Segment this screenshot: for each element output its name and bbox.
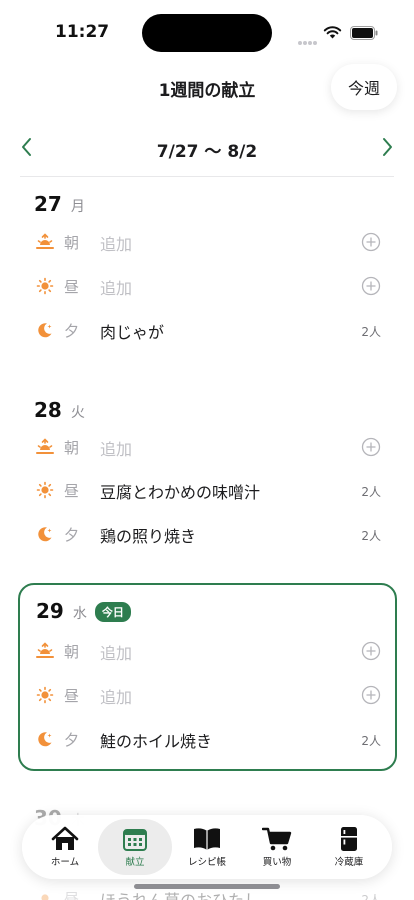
meal-type-label: 昼 bbox=[64, 482, 80, 500]
meal-type-label: 朝 bbox=[64, 234, 80, 252]
add-circle-icon[interactable] bbox=[361, 276, 381, 296]
servings-count: 2人 bbox=[361, 325, 381, 339]
tab-fridge[interactable]: 冷蔵庫 bbox=[312, 819, 386, 875]
tab-recipe-book[interactable]: レシピ帳 bbox=[170, 819, 244, 875]
wifi-icon bbox=[323, 26, 342, 39]
servings-count: 2人 bbox=[361, 529, 381, 543]
week-range: 7/27 〜 8/2 bbox=[156, 142, 258, 162]
meal-type-label: 昼 bbox=[64, 278, 80, 296]
tab-label: 献立 bbox=[125, 857, 145, 868]
moon-icon bbox=[38, 527, 52, 542]
chevron-right-icon[interactable] bbox=[378, 136, 396, 158]
meal-name[interactable]: 豆腐とわかめの味噌汁 bbox=[100, 479, 260, 503]
home-icon bbox=[51, 826, 79, 850]
tab-label: レシピ帳 bbox=[187, 857, 226, 868]
meal-row-lunch[interactable]: 昼 豆腐とわかめの味噌汁 2人 bbox=[18, 468, 397, 512]
day-card-29-today: 29 水 今日 朝 追加 昼 追加 夕 鮭のホイル焼き 2人 bbox=[18, 583, 397, 771]
sun-icon bbox=[36, 481, 54, 499]
add-meal-placeholder[interactable]: 追加 bbox=[100, 436, 132, 460]
book-icon bbox=[194, 828, 220, 850]
meal-row-breakfast[interactable]: 朝 追加 bbox=[18, 629, 397, 673]
day-header: 29 水 今日 bbox=[36, 599, 131, 623]
day-number: 28 bbox=[34, 398, 62, 422]
today-badge: 今日 bbox=[94, 602, 131, 622]
add-circle-icon[interactable] bbox=[361, 685, 381, 705]
tab-label: 買い物 bbox=[262, 857, 292, 868]
add-meal-placeholder[interactable]: 追加 bbox=[100, 231, 132, 255]
meal-name[interactable]: 鮭のホイル焼き bbox=[100, 728, 212, 752]
servings-count: 2人 bbox=[361, 485, 381, 499]
servings-count: 2人 bbox=[361, 734, 381, 748]
meal-row-dinner[interactable]: 夕 鶏の照り焼き 2人 bbox=[18, 512, 397, 556]
meal-type-label: 夕 bbox=[64, 526, 80, 544]
fridge-icon bbox=[341, 827, 357, 851]
tab-home[interactable]: ホーム bbox=[28, 819, 102, 875]
day-card-27: 27 月 朝 追加 昼 追加 夕 肉じゃが 2人 bbox=[18, 186, 397, 356]
day-weekday: 月 bbox=[70, 199, 85, 215]
day-header: 28 火 bbox=[34, 398, 85, 422]
meal-row-dinner[interactable]: 夕 鮭のホイル焼き 2人 bbox=[18, 717, 397, 761]
meal-type-label: 夕 bbox=[64, 322, 80, 340]
add-circle-icon[interactable] bbox=[361, 232, 381, 252]
tab-bar: ホーム 献立 レシピ帳 買い物 冷蔵庫 bbox=[22, 815, 392, 879]
meal-name[interactable]: 肉じゃが bbox=[100, 319, 164, 343]
status-bar: 11:27 bbox=[0, 0, 414, 60]
this-week-button[interactable]: 今週 bbox=[331, 64, 397, 110]
meal-row-lunch[interactable]: 昼 追加 bbox=[18, 673, 397, 717]
sunrise-icon bbox=[36, 233, 54, 249]
day-header: 27 月 bbox=[34, 192, 85, 216]
moon-icon bbox=[38, 323, 52, 338]
sun-icon bbox=[36, 686, 54, 704]
tab-label: 冷蔵庫 bbox=[334, 857, 364, 868]
home-indicator bbox=[134, 884, 280, 889]
meal-name[interactable]: 鶏の照り焼き bbox=[100, 523, 196, 547]
tab-shopping[interactable]: 買い物 bbox=[240, 819, 314, 875]
sunrise-icon bbox=[36, 642, 54, 658]
calendar-icon bbox=[123, 829, 147, 851]
add-circle-icon[interactable] bbox=[361, 437, 381, 457]
moon-icon bbox=[38, 732, 52, 747]
day-card-28: 28 火 朝 追加 昼 豆腐とわかめの味噌汁 2人 夕 鶏の照り焼き 2人 bbox=[18, 392, 397, 562]
tab-label: ホーム bbox=[50, 857, 80, 868]
sun-icon bbox=[41, 894, 49, 900]
meal-type-label: 朝 bbox=[64, 643, 80, 661]
day-number: 27 bbox=[34, 192, 62, 216]
cellular-signal-icon bbox=[298, 30, 318, 45]
cart-icon bbox=[262, 827, 292, 851]
meal-row-breakfast[interactable]: 朝 追加 bbox=[18, 425, 397, 469]
dynamic-island bbox=[142, 14, 272, 52]
divider bbox=[20, 176, 394, 177]
add-meal-placeholder[interactable]: 追加 bbox=[100, 275, 132, 299]
add-circle-icon[interactable] bbox=[361, 641, 381, 661]
meal-type-label: 朝 bbox=[64, 439, 80, 457]
week-navigator: 7/27 〜 8/2 bbox=[0, 132, 414, 162]
meal-type-label: 昼 bbox=[64, 687, 80, 705]
day-number: 29 bbox=[36, 599, 64, 623]
status-time: 11:27 bbox=[55, 22, 110, 42]
tab-meal-plan[interactable]: 献立 bbox=[98, 819, 172, 875]
day-weekday: 水 bbox=[72, 606, 87, 622]
meal-row-dinner[interactable]: 夕 肉じゃが 2人 bbox=[18, 308, 397, 352]
servings-count: 2人 bbox=[361, 893, 381, 900]
sunrise-icon bbox=[36, 438, 54, 454]
add-meal-placeholder[interactable]: 追加 bbox=[100, 684, 132, 708]
sun-icon bbox=[36, 277, 54, 295]
meal-type-label: 夕 bbox=[64, 731, 80, 749]
meal-type-label: 昼 bbox=[64, 890, 80, 900]
meal-row-breakfast[interactable]: 朝 追加 bbox=[18, 220, 397, 264]
add-meal-placeholder[interactable]: 追加 bbox=[100, 640, 132, 664]
meal-row-lunch[interactable]: 昼 追加 bbox=[18, 264, 397, 308]
day-weekday: 火 bbox=[70, 405, 85, 421]
battery-icon bbox=[350, 26, 378, 40]
